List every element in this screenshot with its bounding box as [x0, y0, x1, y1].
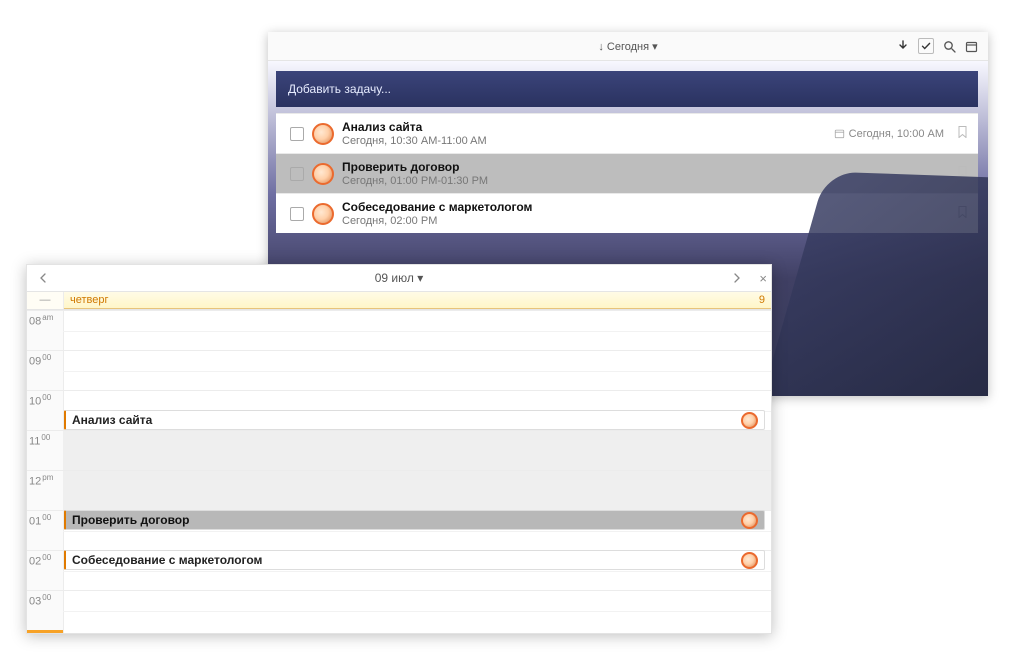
- hour-slot[interactable]: 1100: [27, 430, 771, 471]
- hour-label: 12pm: [27, 471, 65, 488]
- avatar: [312, 163, 334, 185]
- task-subtitle: Сегодня, 01:00 PM-01:30 PM: [342, 175, 944, 187]
- task-checkbox[interactable]: [290, 207, 304, 221]
- hour-label: 1000: [27, 391, 65, 408]
- day-number: 9: [759, 294, 765, 306]
- bookmark-icon[interactable]: [958, 166, 968, 181]
- task-checkbox[interactable]: [290, 127, 304, 141]
- close-button[interactable]: ×: [759, 265, 767, 291]
- task-title: Анализ сайта: [342, 120, 826, 134]
- prev-day-button[interactable]: [33, 265, 53, 291]
- sort-label: Сегодня: [607, 41, 649, 53]
- avatar: [741, 512, 758, 529]
- calendar-toolbar: 09 июл ▾ ×: [27, 265, 771, 292]
- avatar: [312, 123, 334, 145]
- completed-filter-icon[interactable]: [918, 38, 934, 54]
- sort-arrow-icon: ↓: [598, 41, 604, 53]
- task-checkbox[interactable]: [290, 167, 304, 181]
- calendar-window: 09 июл ▾ × — четверг 9 08am 0900 1000 1100 1…: [26, 264, 772, 634]
- hour-slot[interactable]: 0300: [27, 590, 771, 631]
- avatar: [312, 203, 334, 225]
- search-icon[interactable]: [942, 39, 956, 53]
- task-due: Сегодня, 10:00 AM: [834, 128, 944, 140]
- day-column-header[interactable]: четверг 9: [64, 292, 771, 309]
- calendar-event[interactable]: Анализ сайта: [64, 410, 765, 430]
- task-row[interactable]: Проверить договорСегодня, 01:00 PM-01:30…: [276, 153, 978, 193]
- task-title: Проверить договор: [342, 160, 944, 174]
- calendar-date-label: 09 июл: [375, 271, 414, 285]
- task-row[interactable]: Анализ сайтаСегодня, 10:30 AM-11:00 AM Се…: [276, 113, 978, 153]
- task-list: Анализ сайтаСегодня, 10:30 AM-11:00 AM Се…: [268, 113, 988, 233]
- hour-slot[interactable]: 08am: [27, 310, 771, 351]
- task-subtitle: Сегодня, 02:00 PM: [342, 215, 944, 227]
- task-toolbar: ↓ Сегодня ▾: [268, 32, 988, 61]
- avatar: [741, 412, 758, 429]
- day-name: четверг: [70, 294, 109, 306]
- next-day-button[interactable]: [727, 265, 747, 291]
- hour-slot[interactable]: 0900: [27, 350, 771, 391]
- sort-button[interactable]: ↓ Сегодня ▾: [598, 40, 657, 53]
- calendar-event[interactable]: Проверить договор: [64, 510, 765, 530]
- event-title: Проверить договор: [72, 513, 189, 527]
- day-header: — четверг 9: [27, 292, 771, 310]
- hour-label: 1100: [27, 431, 65, 448]
- chevron-down-icon: ▾: [417, 271, 423, 285]
- download-icon[interactable]: [896, 39, 910, 53]
- hour-label: 0200: [27, 551, 65, 568]
- calendar-date-button[interactable]: 09 июл ▾: [375, 271, 424, 285]
- task-row[interactable]: Собеседование с маркетологомСегодня, 02:…: [276, 193, 978, 233]
- add-task-input[interactable]: Добавить задачу...: [276, 71, 978, 107]
- hour-label: 0900: [27, 351, 65, 368]
- bookmark-icon[interactable]: [958, 206, 968, 221]
- collapse-button[interactable]: —: [27, 292, 64, 309]
- add-task-placeholder: Добавить задачу...: [288, 82, 391, 96]
- avatar: [741, 552, 758, 569]
- schedule-grid[interactable]: 08am 0900 1000 1100 12pm 0100 0200 0300 Анализ с…: [27, 310, 771, 634]
- event-title: Собеседование с маркетологом: [72, 553, 262, 567]
- hour-label: 0300: [27, 591, 65, 608]
- task-subtitle: Сегодня, 10:30 AM-11:00 AM: [342, 135, 826, 147]
- hour-label: 08am: [27, 311, 65, 328]
- hour-slot[interactable]: 12pm: [27, 470, 771, 511]
- task-title: Собеседование с маркетологом: [342, 200, 944, 214]
- calendar-event[interactable]: Собеседование с маркетологом: [64, 550, 765, 570]
- event-title: Анализ сайта: [72, 413, 152, 427]
- chevron-down-icon: ▾: [652, 41, 658, 53]
- hour-label: 0100: [27, 511, 65, 528]
- bookmark-icon[interactable]: [958, 126, 968, 141]
- calendar-icon[interactable]: [964, 39, 978, 53]
